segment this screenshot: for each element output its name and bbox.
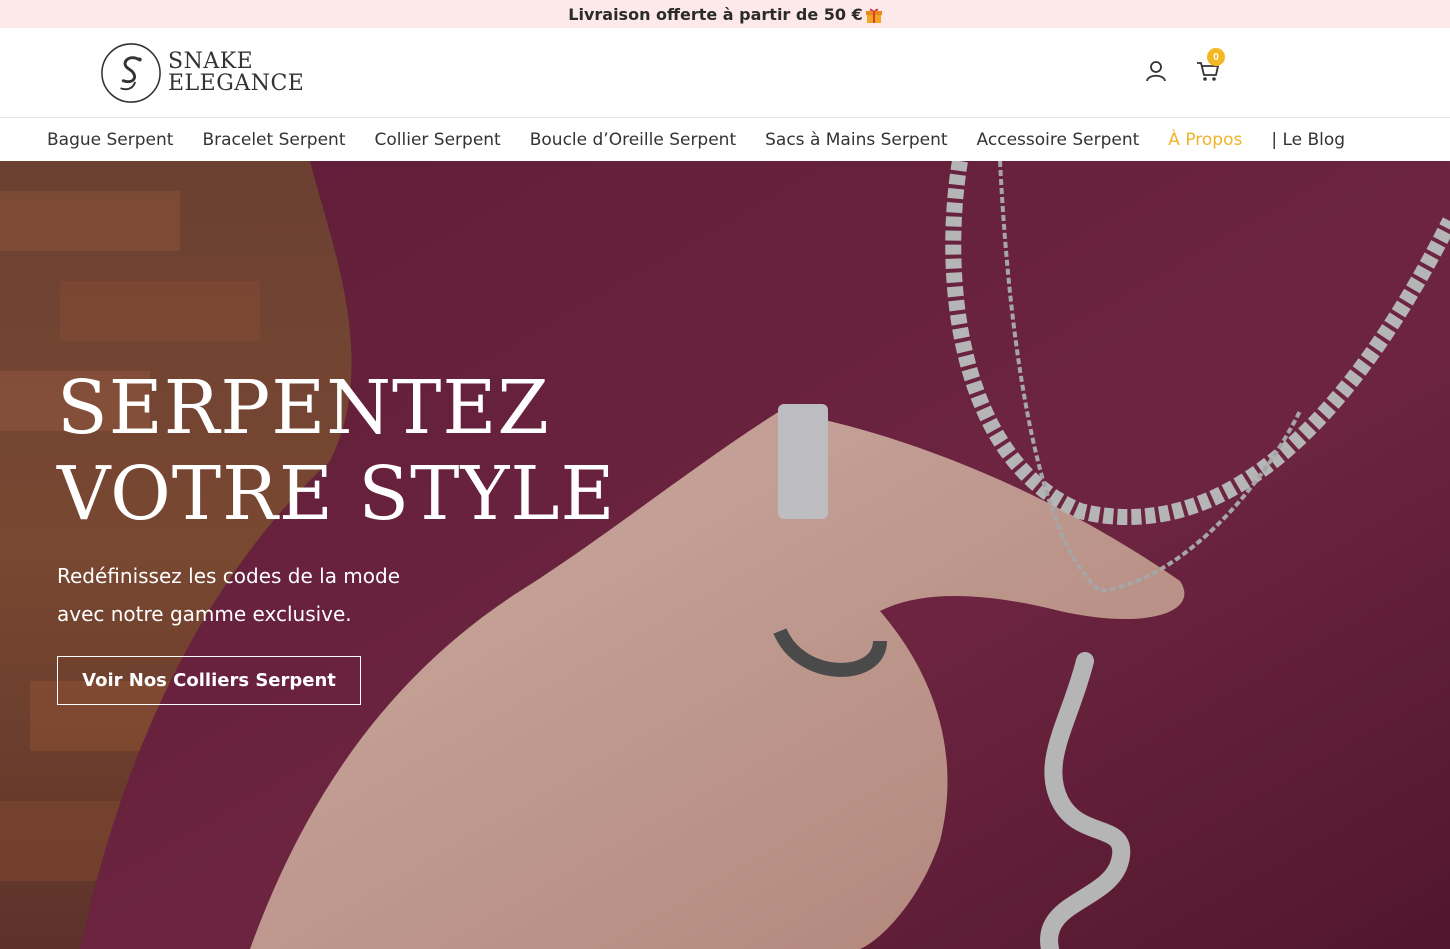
hero-subtitle-line-2: avec notre gamme exclusive. (57, 602, 352, 626)
snake-logo-icon (101, 43, 161, 103)
hero-title-line-2: VOTRE STYLE (57, 451, 616, 537)
nav-item-sacs[interactable]: Sacs à Mains Serpent (765, 130, 947, 150)
cart-button[interactable]: 0 (1195, 48, 1225, 84)
announcement-text: Livraison offerte à partir de 50 € (568, 4, 863, 24)
account-button[interactable] (1143, 58, 1169, 84)
main-nav: Bague Serpent Bracelet Serpent Collier S… (0, 118, 1450, 161)
view-necklaces-button[interactable]: Voir Nos Colliers Serpent (57, 656, 361, 705)
logo-line-2: ELEGANCE (168, 71, 305, 96)
gift-icon (865, 8, 882, 23)
hero-title: SERPENTEZ VOTRE STYLE (57, 365, 615, 537)
nav-item-bracelet[interactable]: Bracelet Serpent (202, 130, 345, 150)
logo[interactable]: SNAKE ELEGANCE (100, 41, 304, 105)
nav-item-accessoire[interactable]: Accessoire Serpent (977, 130, 1140, 150)
hero-banner: SERPENTEZ VOTRE STYLE Redéfinissez les c… (0, 161, 1450, 949)
cart-count-badge: 0 (1207, 48, 1225, 66)
hero-subtitle: Redéfinissez les codes de la mode avec n… (57, 557, 400, 633)
announcement-bar: Livraison offerte à partir de 50 € (0, 0, 1450, 28)
nav-item-bague[interactable]: Bague Serpent (47, 130, 173, 150)
hero-subtitle-line-1: Redéfinissez les codes de la mode (57, 564, 401, 588)
user-icon (1146, 61, 1166, 82)
header-actions: 0 (1143, 48, 1225, 84)
logo-line-1: SNAKE (168, 49, 254, 74)
nav-item-boucle[interactable]: Boucle d’Oreille Serpent (530, 130, 736, 150)
nav-item-collier[interactable]: Collier Serpent (375, 130, 501, 150)
logo-text: SNAKE ELEGANCE (168, 51, 304, 95)
nav-item-blog[interactable]: | Le Blog (1271, 130, 1345, 150)
hero-background-image (0, 161, 1450, 949)
hero-title-line-1: SERPENTEZ (57, 365, 550, 451)
site-header: SNAKE ELEGANCE 0 (0, 28, 1450, 118)
nav-item-a-propos[interactable]: À Propos (1168, 130, 1242, 150)
